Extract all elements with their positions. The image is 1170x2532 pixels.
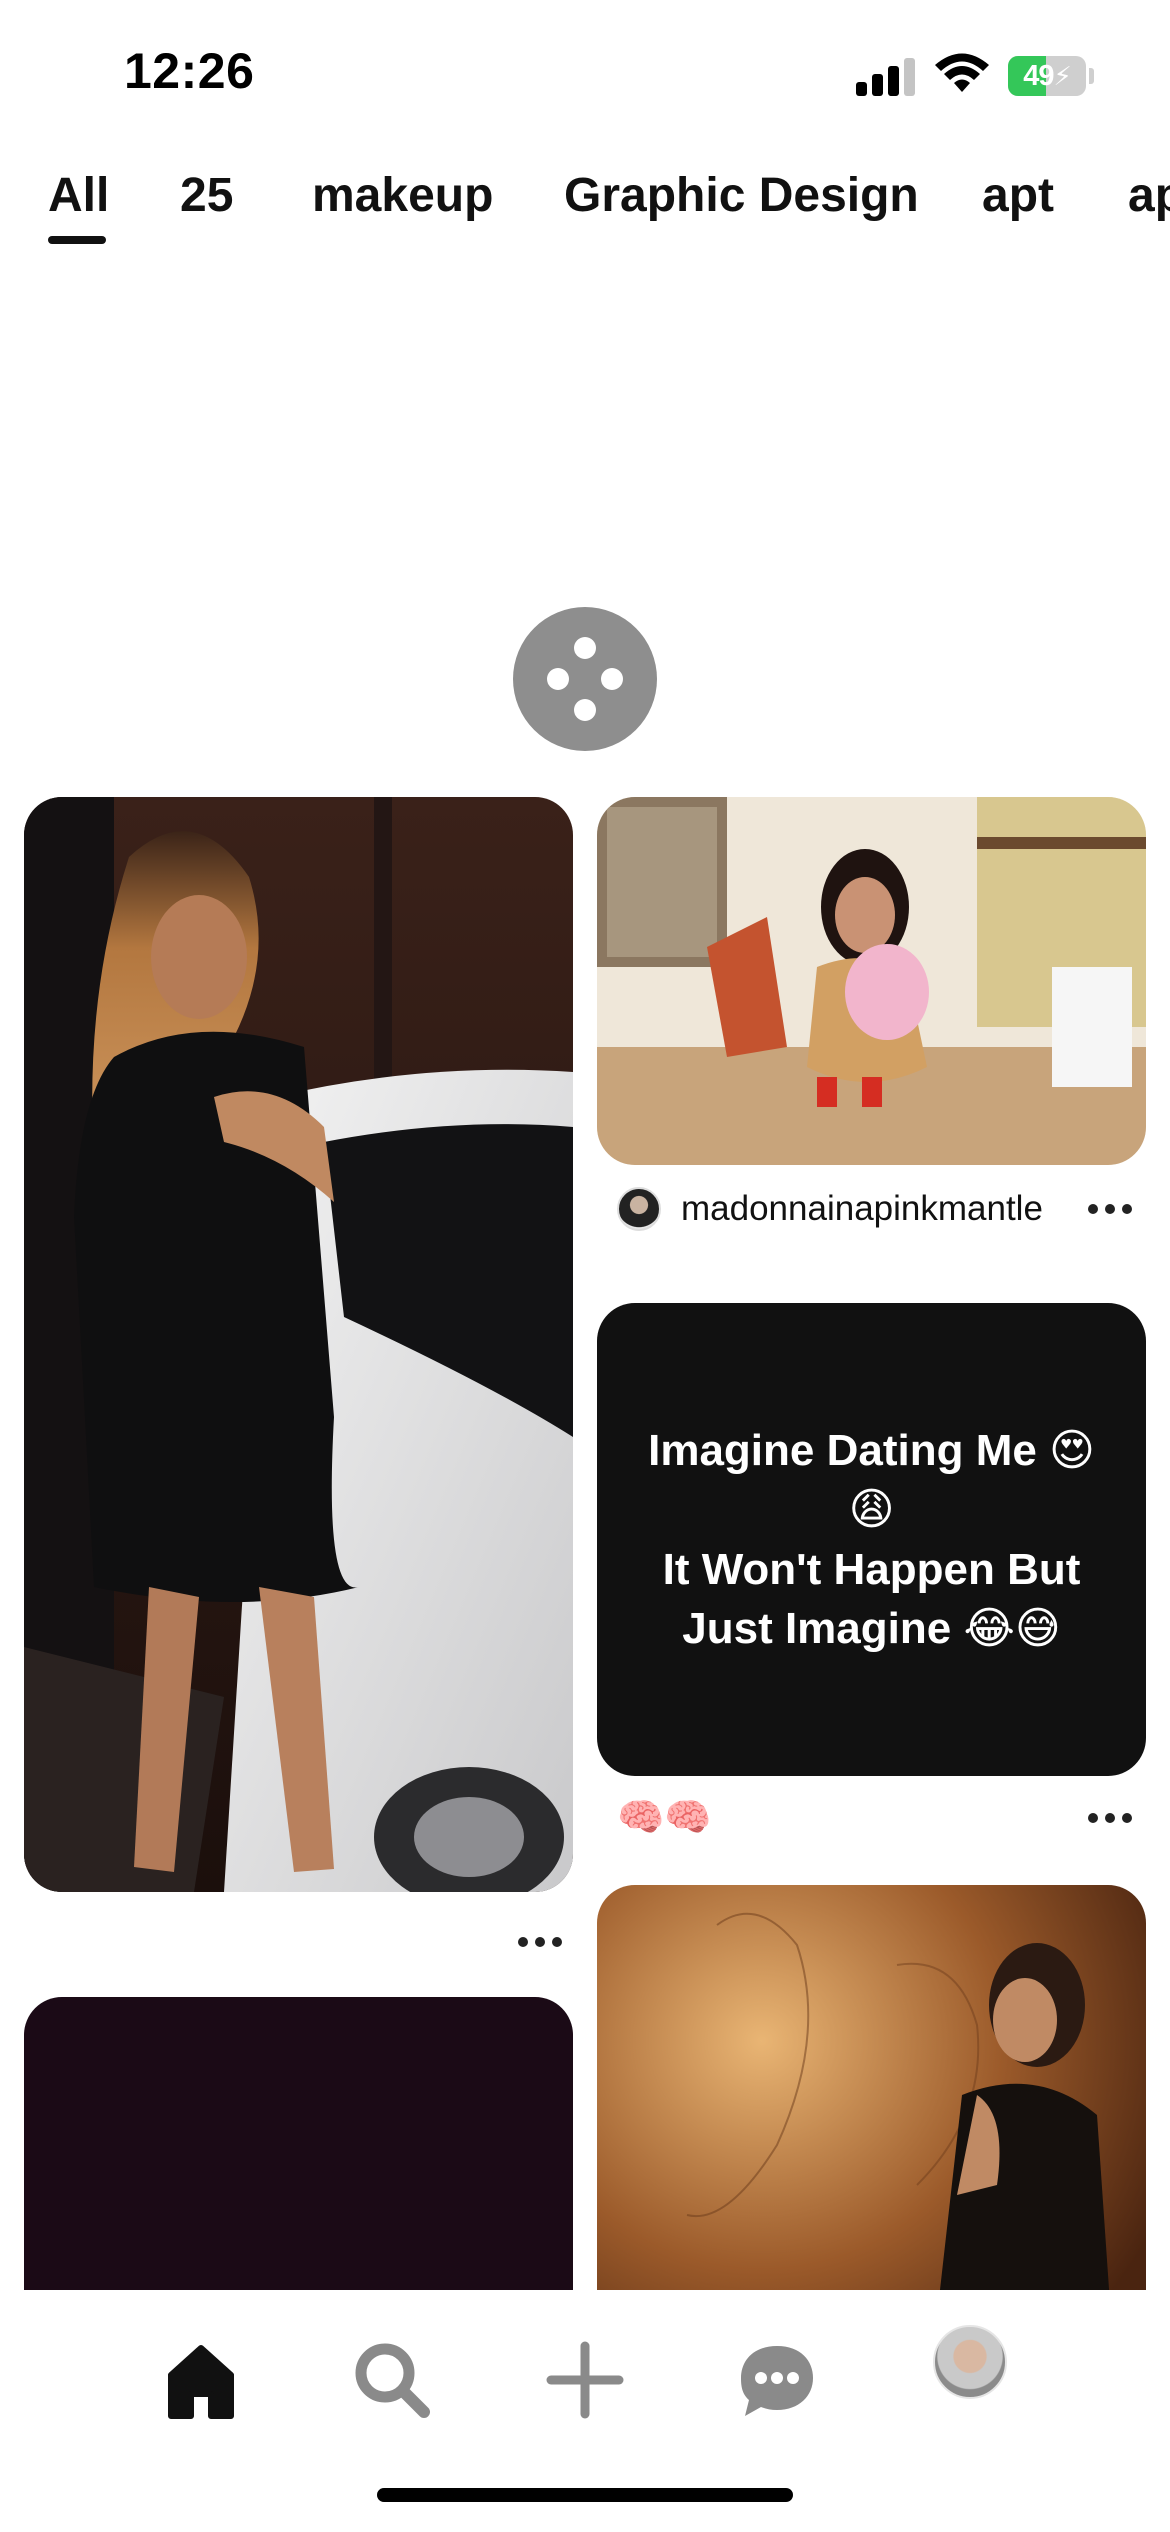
search-icon[interactable] bbox=[342, 2330, 442, 2430]
tab-all[interactable]: All bbox=[48, 168, 109, 223]
status-bar: 12:26 49 ⚡ bbox=[0, 0, 1170, 150]
battery-icon: 49 ⚡ bbox=[1008, 56, 1086, 96]
tab-selected-indicator bbox=[48, 236, 106, 244]
pinterest-home-screen: 12:26 49 ⚡ All 25 makeup Graphic Design … bbox=[0, 0, 1170, 2532]
pin-quote-text: Imagine Dating Me 😍 😩 It Won't Happen Bu… bbox=[648, 1425, 1095, 1653]
refresh-spinner-icon bbox=[513, 607, 657, 751]
tab-apt[interactable]: apt bbox=[982, 168, 1054, 223]
tab-25[interactable]: 25 bbox=[180, 168, 233, 223]
pinner-name[interactable]: madonnainapinkmantle bbox=[681, 1189, 1043, 1229]
pin-caption: 🧠🧠 bbox=[617, 1797, 712, 1839]
pin-more-options-button[interactable] bbox=[518, 1932, 562, 1952]
profile-avatar[interactable] bbox=[933, 2325, 1007, 2399]
charging-bolt-icon: ⚡ bbox=[1053, 60, 1072, 91]
create-plus-icon[interactable] bbox=[535, 2330, 635, 2430]
pin-text-quote[interactable]: Imagine Dating Me 😍 😩 It Won't Happen Bu… bbox=[597, 1303, 1146, 1776]
pin-photo bbox=[597, 797, 1146, 1165]
battery-percent: 49 bbox=[1023, 59, 1054, 92]
tab-graphic-design[interactable]: Graphic Design bbox=[564, 168, 919, 223]
board-tabs: All 25 makeup Graphic Design apt ap bbox=[0, 160, 1170, 250]
pin-meta-boutique: madonnainapinkmantle bbox=[617, 1179, 1137, 1239]
tab-ap[interactable]: ap bbox=[1128, 168, 1170, 223]
wifi-icon bbox=[935, 53, 989, 92]
pinner-avatar[interactable] bbox=[617, 1187, 661, 1231]
messages-icon[interactable] bbox=[727, 2330, 827, 2430]
pin-image-woman-black-dress[interactable] bbox=[24, 797, 573, 1892]
pin-more-options-button[interactable] bbox=[1088, 1808, 1132, 1828]
tab-makeup[interactable]: makeup bbox=[312, 168, 493, 223]
pin-meta-quote: 🧠🧠 bbox=[617, 1788, 1137, 1848]
pin-photo bbox=[24, 797, 573, 1892]
status-time: 12:26 bbox=[124, 43, 255, 99]
pin-more-options-button[interactable] bbox=[1088, 1199, 1132, 1219]
home-indicator bbox=[377, 2488, 793, 2502]
cellular-signal-icon bbox=[856, 58, 916, 96]
battery-cap bbox=[1089, 68, 1094, 84]
home-icon[interactable] bbox=[151, 2330, 251, 2430]
pin-image-woman-boutique[interactable] bbox=[597, 797, 1146, 1165]
